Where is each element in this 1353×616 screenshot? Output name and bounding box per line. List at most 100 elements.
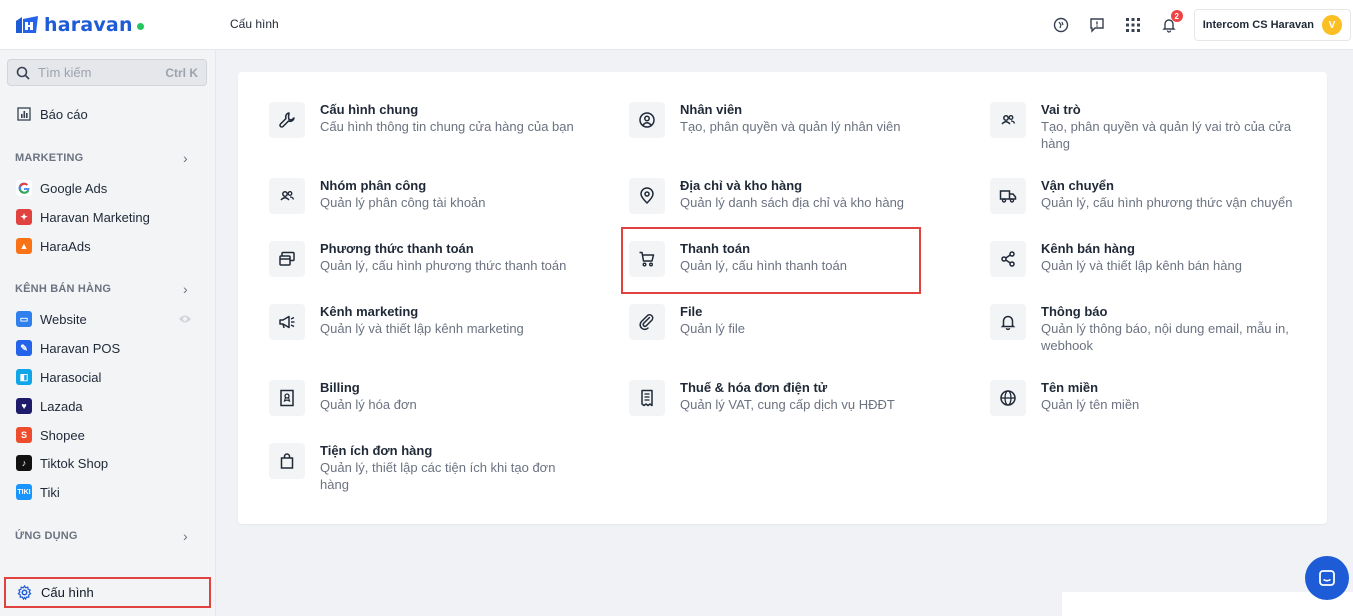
sidebar-item-website[interactable]: ▭ Website	[0, 305, 216, 333]
setting-order-utilities[interactable]: Tiện ích đơn hàng Quản lý, thiết lập các …	[269, 443, 579, 493]
users-icon	[990, 102, 1026, 138]
setting-notifications[interactable]: Thông báo Quản lý thông báo, nội dung ema…	[990, 304, 1300, 354]
setting-description: Quản lý, thiết lập các tiện ích khi tạo …	[320, 460, 556, 492]
section-marketing: MARKETING	[15, 152, 84, 164]
haravan-marketing-icon: ✦	[16, 209, 32, 225]
pos-icon: ✎	[16, 340, 32, 356]
sidebar-item-label: Shopee	[40, 427, 85, 443]
setting-title: Thông báo	[1041, 304, 1108, 319]
setting-sales-channels[interactable]: Kênh bán hàng Quản lý và thiết lập kênh b…	[990, 241, 1300, 277]
setting-tax-einvoice[interactable]: Thuế & hóa đơn điện tử Quản lý VAT, cung …	[629, 380, 939, 416]
setting-title: Phương thức thanh toán	[320, 241, 474, 256]
sidebar-item-config[interactable]: Cấu hình	[4, 577, 211, 608]
bottom-panel	[1062, 592, 1353, 616]
sidebar-item-label: HaraAds	[40, 238, 91, 254]
search-icon	[16, 66, 30, 80]
apps-grid-icon[interactable]	[1122, 14, 1144, 36]
avatar: V	[1322, 15, 1342, 35]
setting-staff[interactable]: Nhân viên Tạo, phân quyền và quản lý nhân…	[629, 102, 939, 138]
sidebar-item-tiktok-shop[interactable]: ♪ Tiktok Shop	[0, 449, 216, 477]
user-circle-icon	[629, 102, 665, 138]
group-icon	[269, 178, 305, 214]
payments-highlight	[621, 227, 921, 294]
logo-text: haravan	[44, 14, 133, 36]
setting-title: Kênh marketing	[320, 304, 419, 319]
setting-title: Vai trò	[1041, 102, 1081, 117]
settings-card: Cấu hình chung Cấu hình thông tin chung c…	[238, 72, 1327, 524]
sidebar-item-tiki[interactable]: TIKI Tiki	[0, 478, 216, 506]
sidebar-item-label: Haravan POS	[40, 340, 121, 356]
sidebar-item-label: Tiktok Shop	[40, 455, 109, 471]
sidebar-item-haravan-marketing[interactable]: ✦ Haravan Marketing	[0, 203, 216, 231]
setting-title: Cấu hình chung	[320, 102, 419, 117]
setting-billing[interactable]: Billing Quản lý hóa đơn	[269, 380, 579, 416]
setting-description: Quản lý file	[680, 321, 746, 336]
setting-shipping[interactable]: Vận chuyển Quản lý, cấu hình phương thức …	[990, 178, 1300, 214]
search-input[interactable]: Tìm kiếm Ctrl K	[7, 59, 207, 86]
chat-launcher-button[interactable]	[1305, 556, 1349, 600]
setting-title: Thuế & hóa đơn điện tử	[680, 380, 828, 395]
feedback-icon[interactable]	[1086, 14, 1108, 36]
help-icon[interactable]	[1050, 14, 1072, 36]
setting-marketing-channels[interactable]: Kênh marketing Quản lý và thiết lập kênh …	[269, 304, 579, 340]
setting-files[interactable]: File Quản lý file	[629, 304, 939, 340]
setting-title: Tiện ích đơn hàng	[320, 443, 433, 458]
haraads-icon: ▲	[16, 238, 32, 254]
harasocial-icon: ◧	[16, 369, 32, 385]
sidebar-item-google-ads[interactable]: Google Ads	[0, 174, 216, 202]
invoice-icon	[629, 380, 665, 416]
shopping-bag-icon	[269, 443, 305, 479]
website-icon: ▭	[16, 311, 32, 327]
sidebar-item-label: Google Ads	[40, 180, 108, 196]
setting-roles[interactable]: Vai trò Tạo, phân quyền và quản lý vai tr…	[990, 102, 1300, 152]
notification-badge: 2	[1170, 10, 1183, 22]
setting-description: Quản lý tên miền	[1041, 397, 1140, 412]
setting-description: Tạo, phân quyền và quản lý nhân viên	[680, 119, 901, 134]
globe-icon	[990, 380, 1026, 416]
notification-bell-icon[interactable]: 2	[1158, 10, 1183, 36]
truck-icon	[990, 178, 1026, 214]
sidebar-item-harasocial[interactable]: ◧ Harasocial	[0, 363, 216, 391]
tiki-icon: TIKI	[16, 484, 32, 500]
top-bar: haravan Cấu hình 2 Intercom CS Haravan V	[0, 0, 1353, 50]
sidebar-item-label: Harasocial	[40, 369, 102, 385]
setting-description: Quản lý VAT, cung cấp dịch vụ HĐĐT	[680, 397, 895, 412]
sidebar-item-label: Cấu hình	[41, 585, 94, 600]
bar-chart-icon	[16, 106, 32, 122]
lazada-icon: ♥	[16, 398, 32, 414]
setting-address-warehouse[interactable]: Địa chỉ và kho hàng Quản lý danh sách địa…	[629, 178, 939, 214]
online-status-dot	[136, 22, 144, 30]
shopee-icon: S	[16, 427, 32, 443]
setting-title: Địa chỉ và kho hàng	[680, 178, 803, 193]
sidebar-item-report[interactable]: Báo cáo	[0, 100, 216, 128]
setting-description: Quản lý, cấu hình phương thức vận chuyển	[1041, 195, 1293, 210]
setting-title: Billing	[320, 380, 360, 395]
setting-title: Vận chuyển	[1041, 178, 1114, 193]
eye-icon[interactable]	[178, 312, 192, 327]
sidebar-item-label: Lazada	[40, 398, 83, 414]
setting-description: Quản lý danh sách địa chỉ và kho hàng	[680, 195, 905, 210]
chevron-right-icon[interactable]: ›	[183, 528, 188, 544]
sidebar-item-haraads[interactable]: ▲ HaraAds	[0, 232, 216, 260]
setting-title: File	[680, 304, 703, 319]
wrench-icon	[269, 102, 305, 138]
setting-description: Quản lý phân công tài khoản	[320, 195, 486, 210]
setting-assignment-group[interactable]: Nhóm phân công Quản lý phân công tài khoả…	[269, 178, 579, 214]
setting-description: Quản lý và thiết lập kênh marketing	[320, 321, 524, 336]
setting-title: Nhân viên	[680, 102, 743, 117]
setting-payment-methods[interactable]: Phương thức thanh toán Quản lý, cấu hình …	[269, 241, 579, 277]
sidebar-item-lazada[interactable]: ♥ Lazada	[0, 392, 216, 420]
setting-description: Quản lý, cấu hình phương thức thanh toán	[320, 258, 567, 273]
setting-domains[interactable]: Tên miền Quản lý tên miền	[990, 380, 1300, 416]
setting-title: Kênh bán hàng	[1041, 241, 1135, 256]
sidebar-item-haravan-pos[interactable]: ✎ Haravan POS	[0, 334, 216, 362]
haravan-logo-icon	[14, 13, 40, 37]
sidebar-item-label: Haravan Marketing	[40, 209, 150, 225]
account-menu[interactable]: Intercom CS Haravan V	[1193, 9, 1351, 41]
chevron-right-icon[interactable]: ›	[183, 150, 188, 166]
chevron-right-icon[interactable]: ›	[183, 281, 188, 297]
sidebar-item-shopee[interactable]: S Shopee	[0, 421, 216, 449]
setting-description: Cấu hình thông tin chung cửa hàng của bạ…	[320, 119, 574, 134]
setting-general[interactable]: Cấu hình chung Cấu hình thông tin chung c…	[269, 102, 579, 138]
haravan-logo[interactable]: haravan	[14, 12, 144, 38]
